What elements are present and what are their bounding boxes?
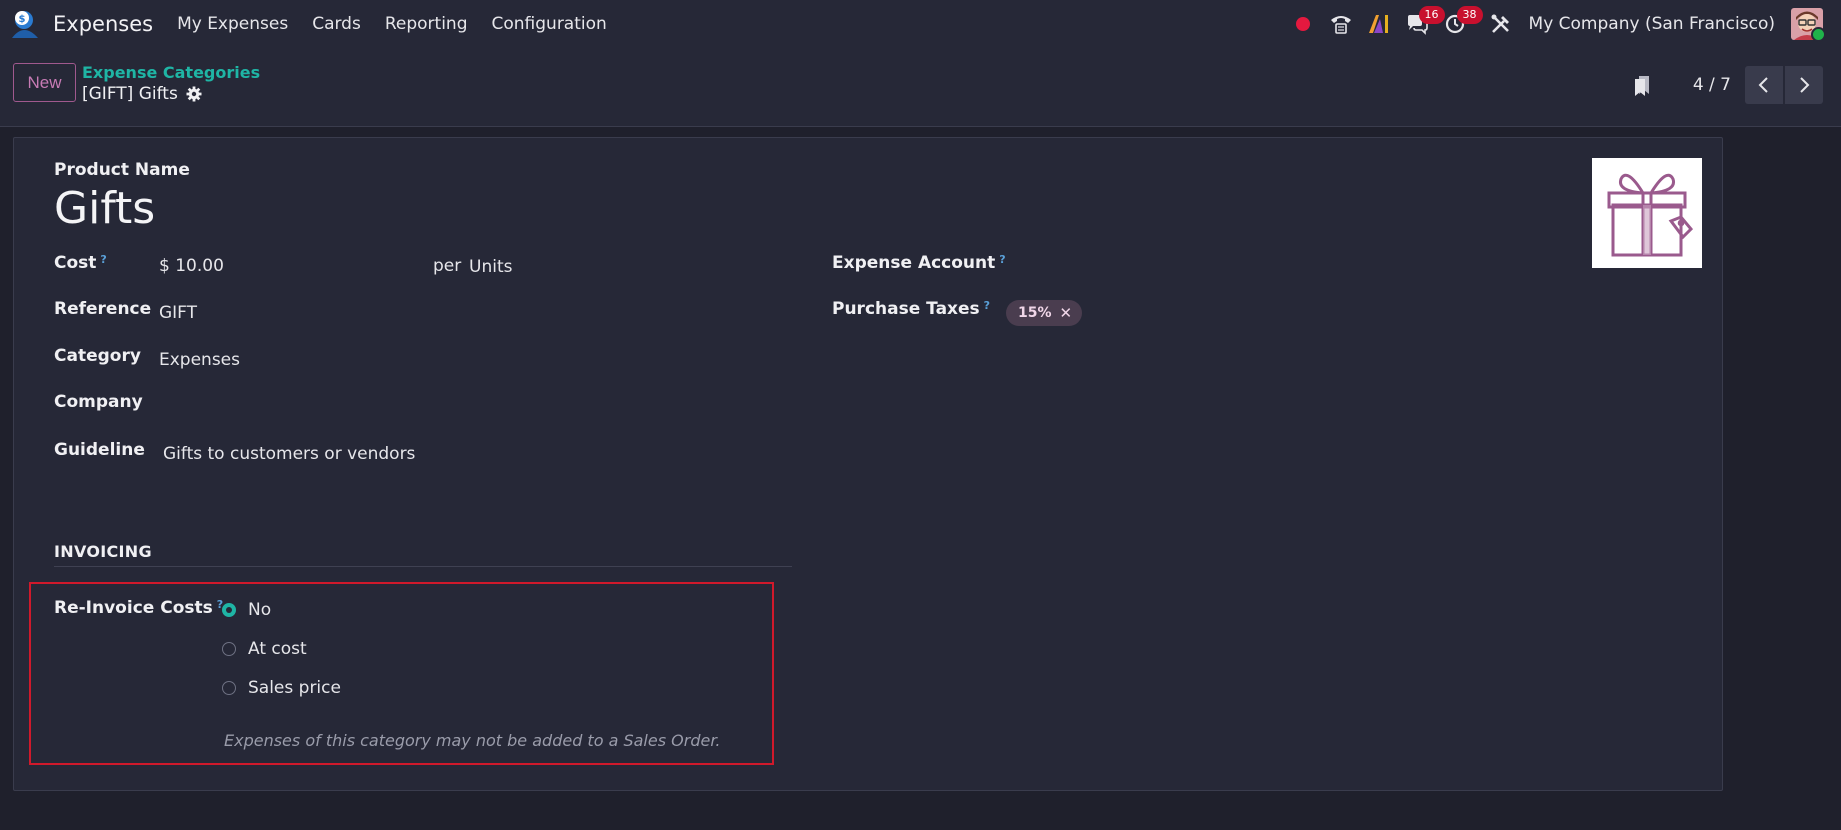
- menu-reporting[interactable]: Reporting: [385, 14, 468, 34]
- product-name-field[interactable]: Gifts: [54, 183, 155, 234]
- form-sheet: Product Name Gifts Cost? $ 10.00 per Uni…: [13, 137, 1723, 791]
- app-name[interactable]: Expenses: [53, 12, 153, 36]
- category-label: Category: [54, 346, 141, 366]
- company-field[interactable]: [159, 394, 679, 416]
- radio-option-sales-price[interactable]: Sales price: [222, 678, 341, 698]
- reference-field[interactable]: GIFT: [159, 303, 197, 323]
- control-panel: New Expense Categories [GIFT] Gifts 4 / …: [0, 48, 1841, 127]
- expense-account-help-icon[interactable]: ?: [999, 253, 1005, 266]
- radio-at-cost[interactable]: [222, 642, 236, 656]
- purchase-tax-tag-label: 15%: [1018, 305, 1052, 321]
- uom-field[interactable]: Units: [469, 257, 512, 277]
- breadcrumb-expense-categories[interactable]: Expense Categories: [82, 63, 260, 82]
- company-switcher[interactable]: My Company (San Francisco): [1529, 14, 1775, 34]
- per-label: per: [433, 256, 462, 276]
- purchase-taxes-label: Purchase Taxes?: [832, 299, 991, 319]
- messages-icon[interactable]: 16: [1401, 4, 1445, 44]
- reference-label: Reference: [54, 299, 152, 319]
- purchase-tax-tag[interactable]: 15% ✕: [1006, 300, 1083, 326]
- chevron-right-icon: [1800, 77, 1810, 93]
- recording-dot-icon[interactable]: [1287, 4, 1319, 44]
- pager-value[interactable]: 4 / 7: [1693, 75, 1731, 95]
- cost-help-icon[interactable]: ?: [100, 253, 106, 266]
- radio-no-label[interactable]: No: [248, 600, 271, 620]
- expense-account-label: Expense Account?: [832, 253, 1006, 273]
- remove-tag-icon[interactable]: ✕: [1060, 304, 1073, 322]
- menu-configuration[interactable]: Configuration: [492, 14, 607, 34]
- cost-label: Cost?: [54, 253, 107, 273]
- online-status-dot: [1811, 27, 1826, 42]
- pager-next-button[interactable]: [1785, 66, 1823, 104]
- activities-clock-icon[interactable]: 38: [1439, 4, 1483, 44]
- new-button[interactable]: New: [13, 63, 76, 102]
- user-avatar[interactable]: [1791, 8, 1826, 42]
- radio-option-no[interactable]: No: [222, 600, 271, 620]
- ai-icon[interactable]: [1363, 4, 1395, 44]
- cost-field[interactable]: $ 10.00: [159, 256, 224, 276]
- radio-no[interactable]: [222, 603, 236, 617]
- app-brand[interactable]: $ Expenses: [10, 8, 165, 40]
- expenses-app-icon: $: [12, 11, 38, 38]
- invoicing-section-title: INVOICING: [54, 542, 152, 561]
- top-navbar: $ Expenses My Expenses Cards Reporting C…: [0, 0, 1841, 48]
- radio-sales-price-label[interactable]: Sales price: [248, 678, 341, 698]
- company-label: Company: [54, 392, 143, 412]
- reinvoice-hint: Expenses of this category may not be add…: [224, 731, 721, 750]
- activities-count-badge: 38: [1456, 6, 1483, 24]
- menu-cards[interactable]: Cards: [312, 14, 361, 34]
- radio-sales-price[interactable]: [222, 681, 236, 695]
- reinvoice-costs-label: Re-Invoice Costs?: [54, 598, 224, 618]
- product-name-label: Product Name: [54, 160, 190, 180]
- purchase-taxes-help-icon[interactable]: ?: [984, 299, 990, 312]
- tools-icon[interactable]: [1485, 4, 1517, 44]
- svg-text:$: $: [19, 14, 26, 25]
- pager-previous-button[interactable]: [1745, 66, 1783, 104]
- product-image[interactable]: [1592, 158, 1702, 268]
- chevron-left-icon: [1758, 77, 1768, 93]
- expense-account-field[interactable]: [1006, 253, 1566, 277]
- gift-icon: [1607, 173, 1694, 257]
- section-divider: [54, 566, 792, 567]
- breadcrumb-current: [GIFT] Gifts: [82, 84, 202, 104]
- breadcrumb-current-label: [GIFT] Gifts: [82, 84, 178, 104]
- guideline-field[interactable]: Gifts to customers or vendors: [163, 444, 415, 464]
- category-field[interactable]: Expenses: [159, 350, 240, 370]
- radio-at-cost-label[interactable]: At cost: [248, 639, 307, 659]
- gear-icon[interactable]: [186, 86, 202, 102]
- systray: 16 38 My Company (San Francisco): [1281, 0, 1841, 48]
- pager: 4 / 7: [1631, 66, 1823, 104]
- guideline-label: Guideline: [54, 440, 145, 460]
- radio-option-at-cost[interactable]: At cost: [222, 639, 307, 659]
- phone-icon[interactable]: [1325, 4, 1357, 44]
- bookmark-icon[interactable]: [1631, 73, 1653, 97]
- menu-my-expenses[interactable]: My Expenses: [177, 14, 288, 34]
